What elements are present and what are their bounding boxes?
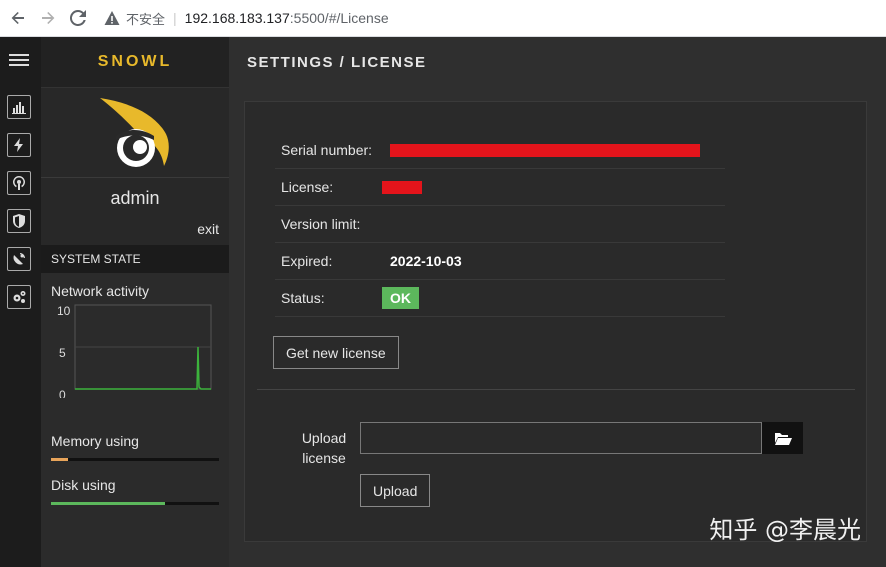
reload-icon — [70, 10, 86, 26]
memory-bar-fill — [51, 458, 68, 461]
upload-label-line1: Upload — [301, 430, 347, 446]
gears-icon — [13, 291, 26, 303]
url-host: 192.168.183.137 — [184, 10, 290, 26]
version-limit-label: Version limit: — [281, 216, 361, 232]
user-name: admin — [110, 188, 160, 208]
license-row: License: — [275, 169, 725, 206]
arrow-left-icon — [11, 12, 24, 24]
bar-chart-icon — [12, 102, 26, 114]
broadcast-icon — [12, 176, 26, 190]
upload-license-label: Upload license — [289, 428, 359, 468]
address-separator: | — [173, 10, 177, 26]
section-divider — [257, 389, 855, 390]
icon-rail — [0, 37, 41, 567]
address-bar[interactable]: 不安全 | 192.168.183.137:5500/#/License — [104, 9, 389, 28]
disk-bar-track — [51, 502, 219, 505]
serial-row: Serial number: — [275, 132, 725, 169]
rail-network[interactable] — [7, 247, 31, 271]
watermark: 知乎 @李晨光 — [709, 516, 861, 544]
upload-button[interactable]: Upload — [360, 474, 431, 507]
owl-eye-icon — [100, 97, 169, 167]
status-row: Status: OK — [275, 280, 725, 317]
back-button[interactable] — [6, 6, 30, 30]
satellite-dish-icon — [13, 253, 25, 265]
status-badge: OK — [382, 287, 419, 309]
system-state-header: SYSTEM STATE — [41, 245, 229, 273]
main-content: SETTINGS / LICENSE Serial number: Licens… — [229, 37, 886, 567]
forward-button[interactable] — [36, 6, 60, 30]
rail-events[interactable] — [7, 133, 31, 157]
rail-settings[interactable] — [7, 285, 31, 309]
graph-line — [75, 346, 211, 390]
version-limit-row: Version limit: — [275, 206, 725, 243]
graph-tick-5: 5 — [59, 346, 66, 360]
folder-open-icon — [774, 433, 792, 445]
rail-sensors[interactable] — [7, 171, 31, 195]
upload-file-input[interactable] — [360, 422, 762, 454]
hamburger-menu-icon[interactable] — [9, 54, 29, 68]
page-title: SETTINGS / LICENSE — [247, 54, 427, 71]
expired-value: 2022-10-03 — [390, 253, 462, 269]
lightning-icon — [14, 138, 23, 152]
insecure-label: 不安全 — [126, 11, 166, 27]
disk-using-label: Disk using — [51, 477, 116, 493]
reload-button[interactable] — [66, 6, 90, 30]
system-widgets: Network activity 10 5 0 Memory using Dis… — [41, 273, 229, 567]
rail-security[interactable] — [7, 209, 31, 233]
memory-bar-track — [51, 458, 219, 461]
shield-icon — [13, 214, 25, 228]
status-label: Status: — [281, 290, 325, 306]
sidebar: SNOWL admin exit SYSTEM STATE Network ac… — [41, 37, 229, 567]
warning-icon — [104, 11, 120, 25]
network-activity-label: Network activity — [51, 283, 150, 299]
network-activity-graph: 10 5 0 — [57, 304, 212, 398]
arrow-right-icon — [42, 12, 55, 24]
expired-row: Expired: 2022-10-03 — [275, 243, 725, 280]
disk-bar-fill — [51, 502, 166, 505]
memory-using-label: Memory using — [51, 433, 139, 449]
brand-logo-text: SNOWL — [41, 37, 229, 87]
expired-label: Expired: — [281, 253, 333, 269]
exit-link[interactable]: exit — [197, 221, 219, 237]
license-redacted — [382, 180, 422, 194]
upload-label-line2: license — [302, 450, 346, 466]
serial-label: Serial number: — [281, 142, 373, 158]
browser-toolbar: 不安全 | 192.168.183.137:5500/#/License — [0, 0, 886, 37]
serial-redacted — [390, 143, 700, 157]
license-label: License: — [281, 179, 334, 195]
graph-tick-10: 10 — [57, 304, 71, 318]
graph-tick-0: 0 — [59, 388, 66, 398]
get-new-license-button[interactable]: Get new license — [273, 336, 399, 369]
browse-file-button[interactable] — [762, 422, 803, 454]
license-panel: Serial number: License: Version limit: E… — [244, 101, 867, 542]
rail-dashboard[interactable] — [7, 95, 31, 119]
owl-logo — [41, 87, 229, 177]
url-path: :5500/#/License — [289, 10, 389, 26]
user-panel: admin exit — [41, 177, 229, 245]
